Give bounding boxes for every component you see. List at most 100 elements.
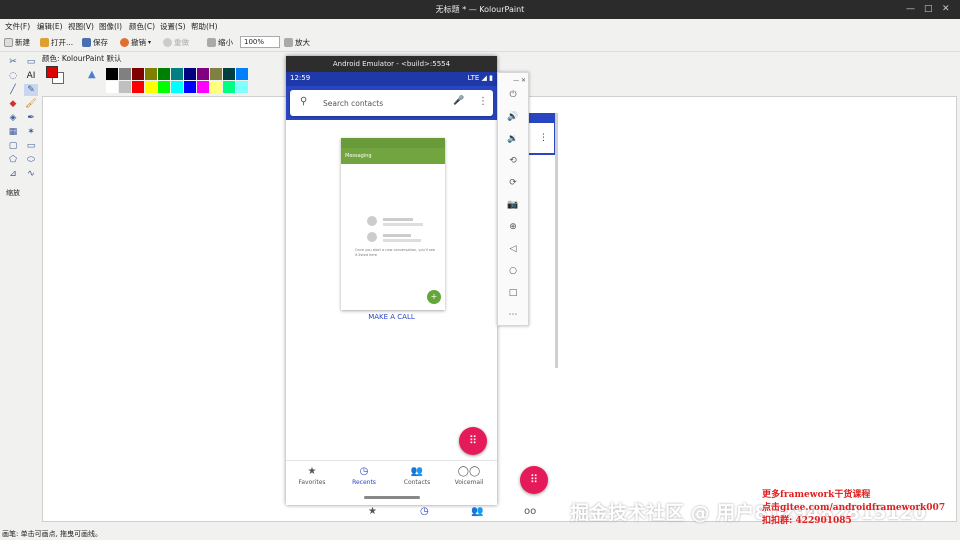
zoom-icon[interactable]: ⊕ — [498, 221, 528, 233]
back-icon[interactable]: ◁ — [498, 243, 528, 255]
menu-edit[interactable]: 编辑(E) — [37, 21, 63, 32]
free-select-icon[interactable]: ✂ — [6, 56, 20, 68]
color-palette — [106, 68, 248, 93]
menu-file[interactable]: 文件(F) — [5, 21, 30, 32]
palette-color-swatch[interactable] — [197, 81, 209, 93]
menu-image[interactable]: 图像(I) — [99, 21, 122, 32]
ellipse-icon[interactable]: ⬭ — [24, 154, 38, 166]
nav-contacts[interactable]: 👥 Contacts — [392, 465, 442, 486]
dialpad-icon: ⠿ — [468, 434, 478, 447]
redo-icon — [163, 38, 172, 47]
text-tool-icon[interactable]: AI — [24, 70, 38, 82]
polygon-icon[interactable]: ⬠ — [6, 154, 20, 166]
volume-down-icon[interactable]: 🔉 — [498, 133, 528, 145]
emulator-window: Android Emulator - <build>:5554 12:59 LT… — [286, 56, 497, 505]
palette-color-swatch[interactable] — [132, 81, 144, 93]
palette-color-swatch[interactable] — [171, 81, 183, 93]
rounded-rect-icon[interactable]: ▢ — [6, 140, 20, 152]
palette-color-swatch[interactable] — [223, 68, 235, 80]
spraycan-icon[interactable]: ✶ — [24, 126, 38, 138]
curve-icon[interactable]: ∿ — [24, 168, 38, 180]
dialpad-fab[interactable]: ⠿ — [459, 427, 487, 455]
palette-color-swatch[interactable] — [145, 68, 157, 80]
palette-color-swatch[interactable] — [119, 81, 131, 93]
redo-button[interactable]: 重做 — [163, 37, 189, 48]
power-icon[interactable]: ⏻ — [498, 89, 528, 101]
rotate-right-icon[interactable]: ⟳ — [498, 177, 528, 189]
pen-tool-icon[interactable]: ✎ — [24, 84, 38, 96]
palette-color-swatch[interactable] — [197, 68, 209, 80]
palette-color-swatch[interactable] — [145, 81, 157, 93]
more-vert-icon[interactable]: ⋮ — [478, 96, 488, 107]
status-text: 画笔: 单击可画点, 拖曳可画线。 — [2, 530, 103, 538]
palette-color-swatch[interactable] — [158, 68, 170, 80]
dialpad-icon: ⠿ — [529, 473, 539, 486]
open-button[interactable]: 打开... — [40, 37, 73, 48]
nav-recents[interactable]: ◷ Recents — [339, 465, 389, 486]
palette-color-swatch[interactable] — [236, 81, 248, 93]
menu-settings[interactable]: 设置(S) — [160, 21, 186, 32]
palette-color-swatch[interactable] — [158, 81, 170, 93]
color-picker-icon[interactable]: ▲ — [88, 69, 96, 80]
palette-color-swatch[interactable] — [132, 68, 144, 80]
promo-line-3: 扣扣群: 422901085 — [762, 516, 852, 526]
eraser-icon[interactable]: ◆ — [6, 98, 20, 110]
palette-color-swatch[interactable] — [236, 68, 248, 80]
panel-close-icon[interactable]: — ✕ — [498, 75, 528, 87]
nav-voicemail[interactable]: ◯◯ Voicemail — [444, 465, 494, 486]
bottom-navigation: ★ Favorites ◷ Recents 👥 Contacts ◯◯ Voic… — [286, 460, 497, 496]
search-icon: ⚲ — [300, 96, 308, 107]
color-picker-tool-icon[interactable]: ✒ — [24, 112, 38, 124]
close-icon[interactable]: ✕ — [942, 4, 950, 14]
palette-color-swatch[interactable] — [106, 68, 118, 80]
overview-icon[interactable]: □ — [498, 287, 528, 299]
camera-icon[interactable]: 📷 — [498, 199, 528, 211]
clock-icon: ◷ — [359, 466, 369, 477]
zoom-select[interactable]: 100% — [240, 36, 280, 48]
palette-color-swatch[interactable] — [210, 81, 222, 93]
palette-color-swatch[interactable] — [119, 68, 131, 80]
menu-view[interactable]: 视图(V) — [68, 21, 94, 32]
thumbnail-body-text: Once you start a new conversation, you'l… — [355, 248, 436, 257]
minimize-icon[interactable]: — — [906, 4, 915, 14]
rect-select-icon[interactable]: ▭ — [24, 56, 38, 68]
search-input[interactable]: Search contacts — [323, 99, 383, 108]
microphone-icon[interactable]: 🎤 — [453, 96, 464, 106]
home-gesture-bar[interactable] — [364, 496, 420, 499]
volume-up-icon[interactable]: 🔊 — [498, 111, 528, 123]
new-button[interactable]: 新建 — [4, 37, 30, 48]
nav-favorites[interactable]: ★ Favorites — [287, 465, 337, 486]
emulator-controls: — ✕ ⏻ 🔊 🔉 ⟲ ⟳ 📷 ⊕ ◁ ○ □ ⋯ — [497, 72, 529, 326]
undo-icon — [120, 38, 129, 47]
palette-color-swatch[interactable] — [184, 68, 196, 80]
menu-colors[interactable]: 颜色(C) — [129, 21, 155, 32]
more-horiz-icon[interactable]: ⋯ — [498, 309, 528, 321]
zoom-out-button[interactable]: 缩小 — [207, 37, 233, 48]
save-button[interactable]: 保存 — [82, 37, 108, 48]
palette-color-swatch[interactable] — [106, 81, 118, 93]
foreground-color[interactable] — [46, 66, 58, 78]
search-header: ⚲ Search contacts 🎤 ⋮ — [286, 86, 497, 120]
line-tool-icon[interactable]: ╱ — [6, 84, 20, 96]
recent-app-thumbnail[interactable]: Messaging Once you start a new conversat… — [341, 138, 445, 310]
fill-icon[interactable]: ◈ — [6, 112, 20, 124]
menu-help[interactable]: 帮助(H) — [191, 21, 218, 32]
zoom-in-button[interactable]: 放大 — [284, 37, 310, 48]
polyline-icon[interactable]: ⊿ — [6, 168, 20, 180]
color-eraser-icon[interactable]: ▦ — [6, 126, 20, 138]
maximize-icon[interactable]: □ — [924, 4, 933, 14]
undo-button[interactable]: 撤销 ▾ — [120, 37, 151, 48]
brush-icon[interactable]: 🖌 — [24, 98, 38, 110]
make-a-call-button[interactable]: MAKE A CALL — [286, 313, 497, 321]
foreground-background-swatch[interactable] — [44, 64, 66, 86]
home-icon[interactable]: ○ — [498, 265, 528, 277]
palette-color-swatch[interactable] — [223, 81, 235, 93]
palette-color-swatch[interactable] — [184, 81, 196, 93]
contacts-search-box[interactable]: ⚲ Search contacts 🎤 ⋮ — [290, 90, 493, 116]
palette-color-swatch[interactable] — [171, 68, 183, 80]
palette-color-swatch[interactable] — [210, 68, 222, 80]
canvas-scrollbar[interactable] — [555, 113, 558, 368]
rotate-left-icon[interactable]: ⟲ — [498, 155, 528, 167]
ellipse-select-icon[interactable]: ◌ — [6, 70, 20, 82]
rectangle-icon[interactable]: ▭ — [24, 140, 38, 152]
